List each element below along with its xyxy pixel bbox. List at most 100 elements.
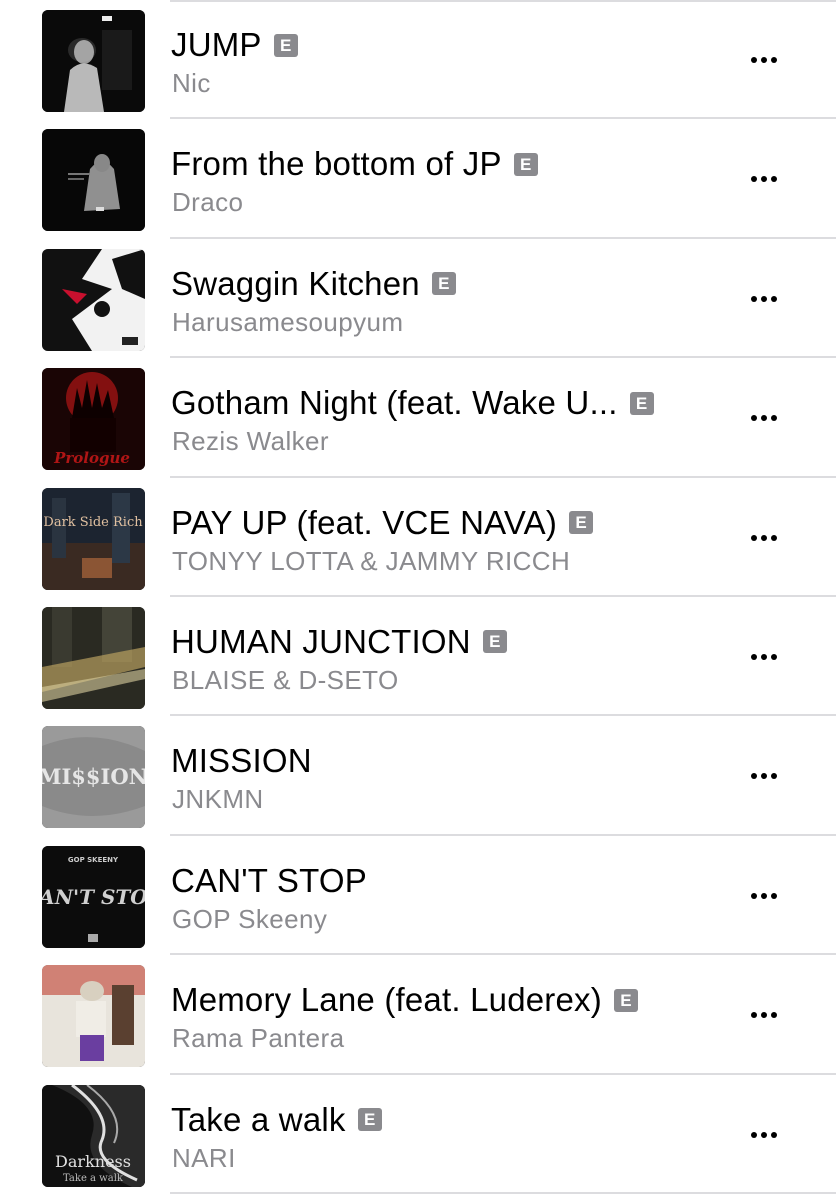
explicit-badge: E xyxy=(513,152,538,176)
track-title: CAN'T STOP xyxy=(171,861,367,899)
more-options-button[interactable] xyxy=(740,279,788,319)
track-title: HUMAN JUNCTION xyxy=(171,622,471,660)
track-row[interactable]: HUMAN JUNCTION E BLAISE & D-SETO xyxy=(0,597,836,717)
ellipsis-dot-icon xyxy=(751,892,757,899)
svg-text:GOP SKEENY: GOP SKEENY xyxy=(68,856,119,864)
more-options-button[interactable] xyxy=(740,159,788,199)
ellipsis-dot-icon xyxy=(771,176,777,183)
album-artwork-jump[interactable] xyxy=(42,10,145,112)
track-title: Swaggin Kitchen xyxy=(171,264,420,302)
ellipsis-dot-icon xyxy=(751,57,757,63)
album-artwork-swaggin-kitchen[interactable] xyxy=(42,248,145,351)
track-artist: BLAISE & D-SETO xyxy=(172,664,399,695)
svg-text:Dark Side Rich: Dark Side Rich xyxy=(43,515,143,530)
svg-text:Prologue: Prologue xyxy=(53,449,130,467)
track-title: Memory Lane (feat. Luderex) xyxy=(171,981,602,1019)
track-title: PAY UP (feat. VCE NAVA) xyxy=(171,503,558,541)
svg-text:MI$$ION: MI$$ION xyxy=(42,764,145,789)
ellipsis-dot-icon xyxy=(761,176,767,183)
track-title: MISSION xyxy=(171,742,312,780)
more-options-button[interactable] xyxy=(740,398,788,438)
more-options-button[interactable] xyxy=(740,756,788,796)
title-row: PAY UP (feat. VCE NAVA) E xyxy=(171,503,726,543)
explicit-badge: E xyxy=(431,272,456,296)
album-artwork-dark-side-rich[interactable]: Dark Side Rich xyxy=(42,487,145,590)
track-artist: Rezis Walker xyxy=(172,426,329,457)
row-separator xyxy=(170,1191,836,1194)
track-row[interactable]: Prologue Gotham Night (feat. Wake U... E… xyxy=(0,358,836,478)
ellipsis-dot-icon xyxy=(751,1012,757,1019)
ellipsis-dot-icon xyxy=(771,1012,777,1019)
track-artist: JNKMN xyxy=(172,784,264,815)
svg-text:CAN'T STOP: CAN'T STOP xyxy=(42,885,145,909)
ellipsis-dot-icon xyxy=(771,892,777,899)
title-row: HUMAN JUNCTION E xyxy=(171,622,726,662)
explicit-badge: E xyxy=(569,511,594,535)
track-title: From the bottom of JP xyxy=(171,145,502,183)
title-row: Memory Lane (feat. Luderex) E xyxy=(171,980,726,1020)
ellipsis-dot-icon xyxy=(771,1131,777,1138)
track-title: JUMP xyxy=(171,26,262,63)
explicit-badge: E xyxy=(613,988,638,1012)
ellipsis-dot-icon xyxy=(771,295,777,302)
ellipsis-dot-icon xyxy=(771,653,777,660)
more-options-button[interactable] xyxy=(740,1115,788,1155)
title-row: Take a walk E xyxy=(171,1100,726,1140)
track-row[interactable]: Swaggin Kitchen E Harusamesoupyum xyxy=(0,239,836,359)
ellipsis-dot-icon xyxy=(761,892,767,899)
album-artwork-cant-stop[interactable]: GOP SKEENY CAN'T STOP xyxy=(42,845,145,948)
title-row: Swaggin Kitchen E xyxy=(171,264,726,304)
track-row[interactable]: MI$$ION MISSION JNKMN xyxy=(0,716,836,836)
more-options-button[interactable] xyxy=(740,637,788,677)
track-artist: NARI xyxy=(172,1142,236,1173)
track-list: JUMP E Nic From the bottom of JP E Draco xyxy=(0,0,836,1194)
track-artist: TONYY LOTTA & JAMMY RICCH xyxy=(172,545,571,576)
title-row: CAN'T STOP xyxy=(171,861,726,901)
album-artwork-memory-lane[interactable] xyxy=(42,965,145,1068)
title-row: JUMP E xyxy=(171,25,726,65)
track-row[interactable]: From the bottom of JP E Draco xyxy=(0,119,836,239)
ellipsis-dot-icon xyxy=(761,534,767,541)
track-artist: Rama Pantera xyxy=(172,1023,345,1054)
album-artwork-take-a-walk[interactable]: Darkness Take a walk xyxy=(42,1084,145,1187)
ellipsis-dot-icon xyxy=(751,415,757,422)
ellipsis-dot-icon xyxy=(761,773,767,780)
track-title: Take a walk xyxy=(171,1100,346,1138)
ellipsis-dot-icon xyxy=(771,57,777,63)
more-options-button[interactable] xyxy=(740,876,788,916)
explicit-badge: E xyxy=(482,630,507,654)
explicit-badge: E xyxy=(629,391,654,415)
album-artwork-human-junction[interactable] xyxy=(42,606,145,709)
ellipsis-dot-icon xyxy=(751,295,757,302)
ellipsis-dot-icon xyxy=(771,415,777,422)
ellipsis-dot-icon xyxy=(771,773,777,780)
more-options-button[interactable] xyxy=(740,518,788,558)
ellipsis-dot-icon xyxy=(761,1131,767,1138)
ellipsis-dot-icon xyxy=(751,176,757,183)
explicit-badge: E xyxy=(273,33,298,57)
track-row[interactable]: Memory Lane (feat. Luderex) E Rama Pante… xyxy=(0,955,836,1075)
ellipsis-dot-icon xyxy=(761,57,767,63)
track-artist: Nic xyxy=(172,68,211,98)
ellipsis-dot-icon xyxy=(751,653,757,660)
track-artist: Draco xyxy=(172,187,244,218)
track-row[interactable]: GOP SKEENY CAN'T STOP CAN'T STOP GOP Ske… xyxy=(0,836,836,956)
ellipsis-dot-icon xyxy=(761,295,767,302)
ellipsis-dot-icon xyxy=(751,1131,757,1138)
title-row: From the bottom of JP E xyxy=(171,144,726,184)
title-row: Gotham Night (feat. Wake U... E xyxy=(171,383,726,423)
album-artwork-mission[interactable]: MI$$ION xyxy=(42,726,145,829)
album-artwork-from-the-bottom[interactable] xyxy=(42,129,145,232)
svg-text:Take a walk: Take a walk xyxy=(63,1173,124,1184)
track-row[interactable]: Darkness Take a walk Take a walk E NARI xyxy=(0,1075,836,1194)
album-artwork-prologue[interactable]: Prologue xyxy=(42,368,145,471)
ellipsis-dot-icon xyxy=(751,534,757,541)
more-options-button[interactable] xyxy=(740,40,788,80)
more-options-button[interactable] xyxy=(740,995,788,1035)
track-row[interactable]: Dark Side Rich PAY UP (feat. VCE NAVA) E… xyxy=(0,478,836,597)
track-artist: GOP Skeeny xyxy=(172,903,328,934)
track-title: Gotham Night (feat. Wake U... xyxy=(171,384,618,422)
track-row[interactable]: JUMP E Nic xyxy=(0,0,836,120)
ellipsis-dot-icon xyxy=(761,415,767,422)
ellipsis-dot-icon xyxy=(751,773,757,780)
